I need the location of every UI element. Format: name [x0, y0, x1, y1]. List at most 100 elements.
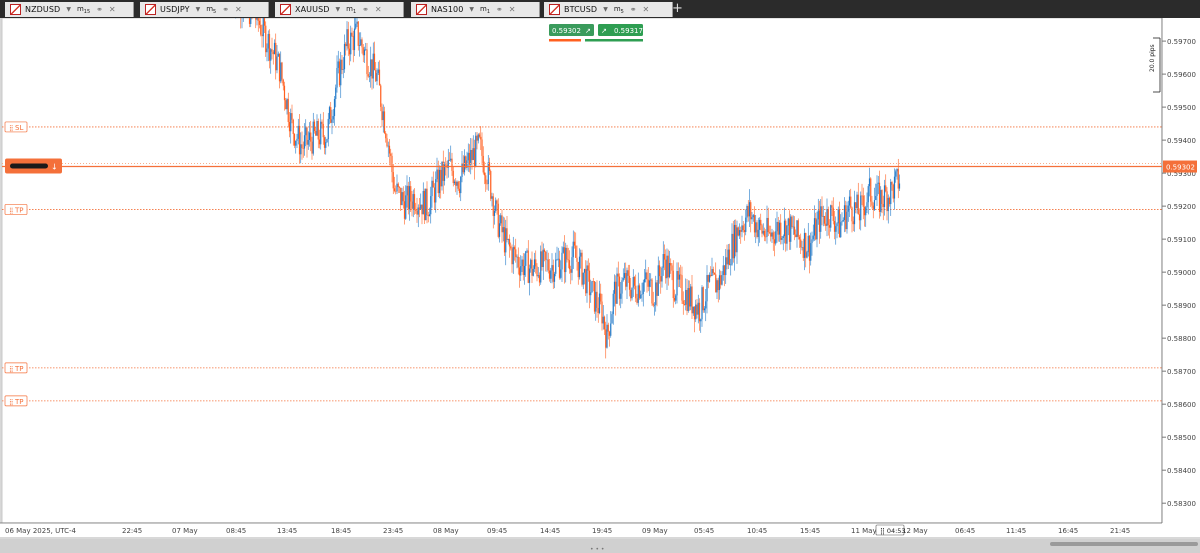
candle-body	[738, 230, 741, 236]
candle-body	[806, 252, 808, 258]
timeframe-label[interactable]: m5	[206, 5, 216, 15]
candle-body	[376, 73, 378, 82]
candle-body	[426, 188, 428, 216]
y-tick-label: 0.58500	[1167, 434, 1196, 442]
y-tick-label: 0.59500	[1167, 104, 1196, 112]
candle-body	[613, 281, 616, 294]
candle-body	[537, 275, 539, 277]
candle-body	[852, 221, 854, 225]
candle-body	[680, 274, 682, 276]
candle-body	[445, 164, 447, 166]
candle-body	[757, 229, 759, 238]
candle-body	[716, 280, 718, 293]
candle-body	[367, 74, 369, 77]
candle-body	[658, 265, 661, 277]
candle-body	[415, 209, 417, 211]
candle-body	[582, 272, 584, 285]
x-tick-label: 12 May	[902, 527, 928, 535]
candle-body	[788, 218, 791, 242]
candle-body	[470, 149, 472, 165]
link-icon[interactable]: ⚭	[496, 5, 503, 14]
candle-body	[360, 39, 362, 46]
candle-body	[493, 210, 496, 216]
candle-body	[400, 187, 402, 206]
candle-body	[606, 324, 608, 348]
tab-btcusd[interactable]: BTCUSD ▼ m5 ⚭ ✕	[544, 2, 673, 17]
candle-body	[552, 265, 554, 282]
candle-body	[401, 192, 403, 206]
candle-body	[418, 207, 421, 209]
close-icon[interactable]: ✕	[375, 5, 382, 14]
candle-body	[338, 61, 341, 86]
candle-body	[641, 294, 643, 295]
candle-body	[841, 221, 843, 223]
candle-body	[522, 259, 524, 276]
tab-usdjpy[interactable]: USDJPY ▼ m5 ⚭ ✕	[140, 2, 269, 17]
price-chart[interactable]: 0.597000.596000.595000.594000.593000.592…	[0, 18, 1200, 553]
tab-nzdusd[interactable]: NZDUSD ▼ m15 ⚭ ✕	[5, 2, 134, 17]
candle-body	[462, 163, 464, 173]
candle-body	[551, 265, 553, 271]
candle-body	[352, 35, 354, 51]
candle-body	[878, 182, 881, 212]
candle-body	[272, 51, 274, 55]
timeframe-label[interactable]: m15	[77, 5, 90, 15]
candle-body	[413, 194, 416, 210]
dropdown-icon[interactable]: ▼	[196, 6, 201, 13]
order-tag-label: TP	[14, 206, 24, 214]
candle-body	[262, 18, 264, 37]
tab-nas100[interactable]: NAS100 ▼ m1 ⚭ ✕	[411, 2, 540, 17]
timeframe-label[interactable]: m1	[346, 5, 356, 15]
candle-body	[345, 43, 347, 47]
close-icon[interactable]: ✕	[643, 5, 650, 14]
candle-body	[397, 183, 399, 188]
candle-body	[392, 172, 394, 189]
dropdown-icon[interactable]: ▼	[336, 6, 341, 13]
candle-body	[306, 127, 308, 145]
candle-body	[810, 243, 812, 261]
candle-body	[853, 202, 856, 225]
candle-body	[632, 276, 634, 288]
candle-body	[661, 267, 663, 282]
candle-body	[826, 209, 828, 226]
link-icon[interactable]: ⚭	[362, 5, 369, 14]
candle-body	[805, 232, 807, 258]
close-icon[interactable]: ✕	[109, 5, 116, 14]
candle-body	[603, 316, 606, 330]
candle-body	[657, 265, 659, 296]
timeframe-label[interactable]: m5	[614, 5, 624, 15]
resize-handle-icon: • • •	[590, 546, 604, 553]
link-icon[interactable]: ⚭	[630, 5, 637, 14]
dropdown-icon[interactable]: ▼	[469, 6, 474, 13]
candle-body	[331, 119, 333, 123]
link-icon[interactable]: ⚭	[222, 5, 229, 14]
candle-body	[752, 215, 754, 218]
candle-body	[656, 282, 658, 296]
timeframe-label[interactable]: m1	[480, 5, 490, 15]
candle-body	[535, 259, 537, 267]
add-tab-button[interactable]: +	[672, 2, 683, 16]
candle-body	[693, 306, 696, 320]
candle-body	[351, 32, 353, 36]
close-icon[interactable]: ✕	[509, 5, 516, 14]
order-tag-label: TP	[14, 365, 24, 373]
dropdown-icon[interactable]: ▼	[66, 6, 71, 13]
link-icon[interactable]: ⚭	[96, 5, 103, 14]
y-tick-label: 0.59200	[1167, 203, 1196, 211]
candle-body	[816, 219, 818, 240]
candle-body	[513, 247, 516, 250]
candle-body	[518, 267, 521, 276]
dropdown-icon[interactable]: ▼	[603, 6, 608, 13]
candle-body	[450, 158, 452, 161]
candle-body	[668, 263, 671, 278]
candle-body	[276, 56, 278, 71]
candle-body	[448, 159, 451, 161]
close-icon[interactable]: ✕	[235, 5, 242, 14]
candle-body	[558, 258, 561, 278]
candle-body	[271, 49, 273, 52]
candle-body	[702, 287, 704, 311]
tab-xauusd[interactable]: XAUUSD ▼ m1 ⚭ ✕	[275, 2, 404, 17]
scrollbar-thumb[interactable]	[1050, 542, 1198, 546]
candle-body	[715, 274, 717, 293]
candle-body	[778, 222, 781, 235]
